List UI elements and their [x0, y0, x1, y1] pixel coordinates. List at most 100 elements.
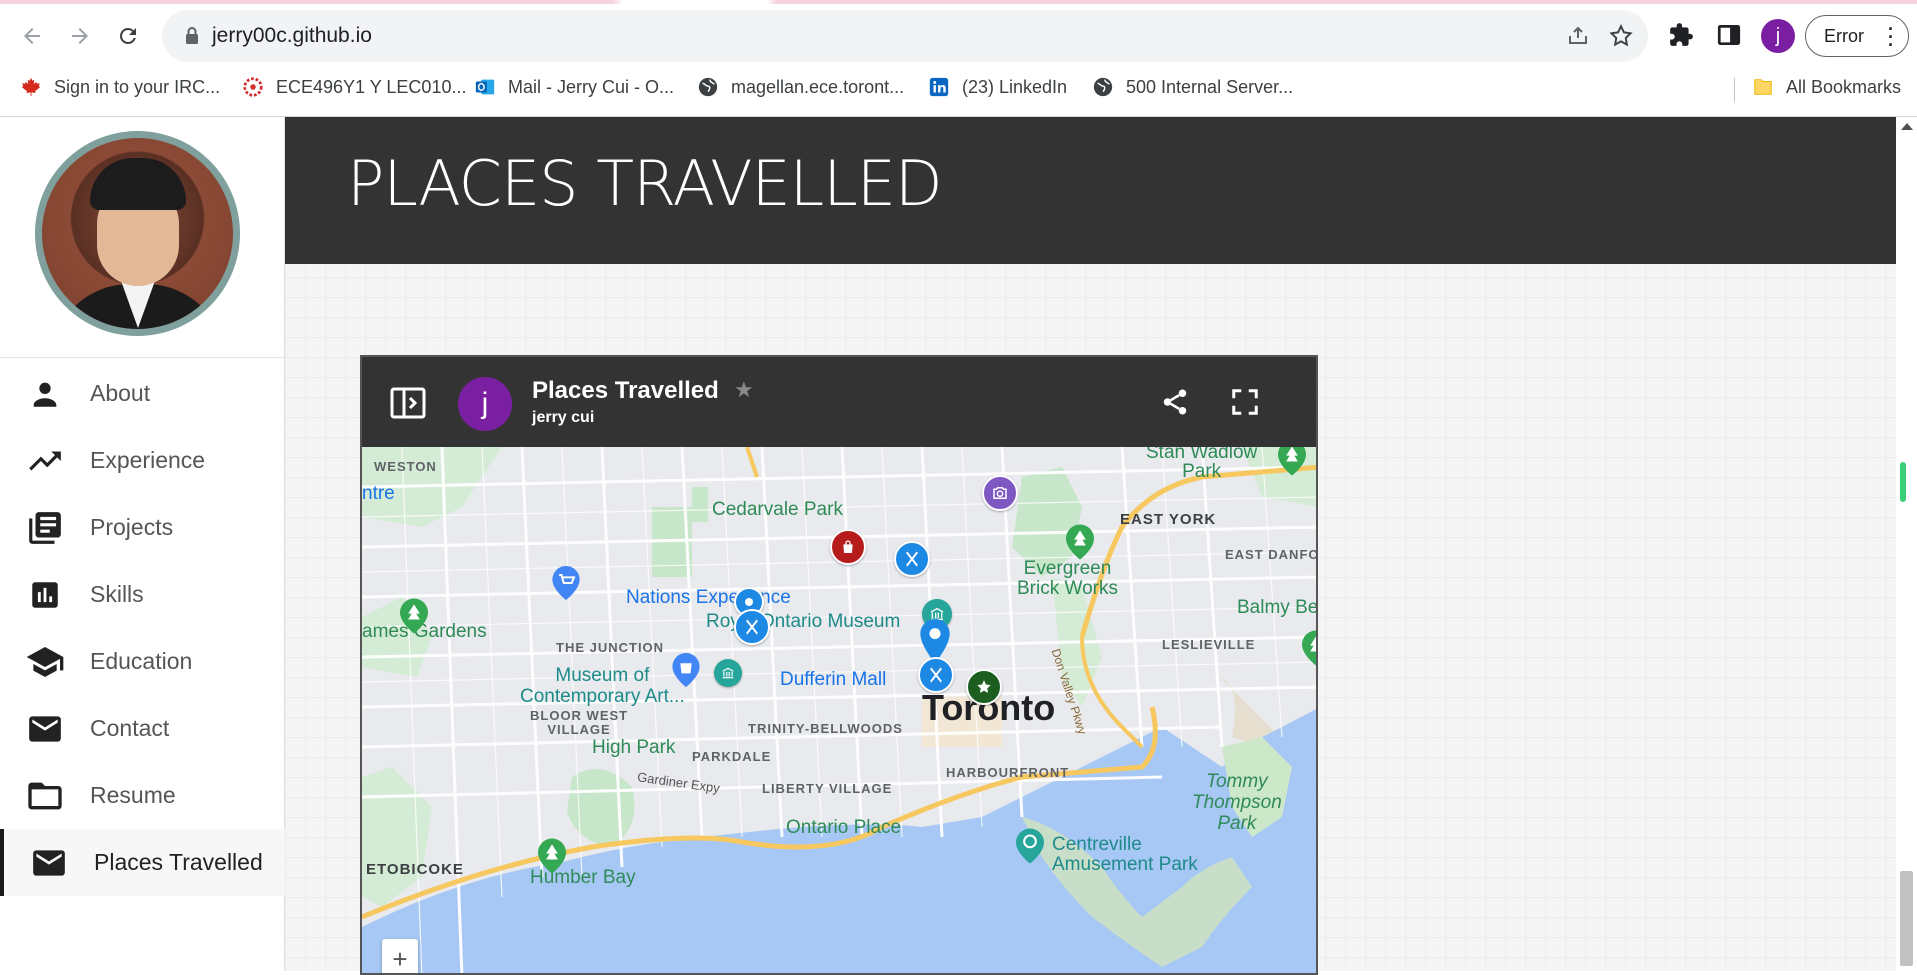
trending-up-icon	[25, 441, 65, 481]
cart-pin-icon[interactable]	[552, 566, 580, 600]
restaurant-pin-icon[interactable]	[734, 609, 770, 645]
bookmark-item[interactable]: 500 Internal Server...	[1092, 76, 1293, 98]
scroll-marker	[1900, 462, 1906, 502]
page-scrollbar[interactable]	[1896, 117, 1917, 971]
map-label: PARKDALE	[692, 749, 772, 764]
sidebar-item-label: Places Travelled	[94, 849, 263, 875]
share-icon[interactable]	[1160, 387, 1190, 422]
map-label: Dufferin Mall	[780, 669, 887, 690]
map-owner-name: jerry cui	[532, 409, 595, 426]
reload-icon	[120, 28, 136, 44]
map-owner-avatar[interactable]: j	[458, 377, 512, 431]
sidebar-item-places-travelled[interactable]: Places Travelled	[0, 829, 285, 896]
all-bookmarks-label: All Bookmarks	[1786, 76, 1902, 97]
globe-icon	[1092, 76, 1114, 98]
map-label: High Park	[592, 737, 676, 758]
restaurant-pin-icon[interactable]	[918, 657, 954, 693]
amusement-park-pin-icon[interactable]	[1016, 828, 1044, 864]
tab-strip-edge	[0, 0, 1917, 4]
sidebar-item-resume[interactable]: Resume	[0, 762, 285, 829]
map-label: ETOBICOKE	[366, 861, 464, 878]
legend-toggle-icon[interactable]	[390, 387, 426, 424]
bar-chart-icon	[25, 575, 65, 615]
sidebar-item-about[interactable]: About	[0, 360, 285, 427]
sidebar-item-experience[interactable]: Experience	[0, 427, 285, 494]
bookmark-item[interactable]: Mail - Jerry Cui - O...	[474, 76, 674, 98]
bookmarks-separator	[1734, 78, 1735, 102]
url-text: jerry00c.github.io	[212, 24, 372, 47]
bookmark-item[interactable]: magellan.ece.toront...	[697, 76, 904, 98]
park-pin-icon[interactable]	[400, 598, 428, 634]
park-pin-icon[interactable]	[538, 838, 566, 874]
school-icon	[25, 642, 65, 682]
sidebar-item-label: Projects	[90, 514, 174, 540]
share-page-icon[interactable]	[1566, 24, 1590, 53]
sidebar-item-skills[interactable]: Skills	[0, 561, 285, 628]
sidebar-item-label: Skills	[90, 581, 144, 607]
sidebar-item-projects[interactable]: Projects	[0, 494, 285, 561]
scrollbar-thumb[interactable]	[1900, 871, 1913, 966]
zoom-in-button[interactable]: +	[382, 939, 418, 973]
map-label: Nations Experience	[626, 587, 791, 608]
scroll-up-arrow-icon[interactable]	[1901, 123, 1913, 130]
museum-pin-icon[interactable]	[714, 659, 742, 687]
address-bar[interactable]: jerry00c.github.io	[162, 10, 1648, 62]
fullscreen-icon[interactable]	[1230, 387, 1260, 422]
park-pin-icon[interactable]	[1278, 447, 1306, 476]
camera-pin-icon[interactable]	[982, 475, 1018, 511]
error-label: Error	[1824, 25, 1864, 46]
mail-icon	[25, 709, 65, 749]
bookmark-label: Sign in to your IRC...	[54, 76, 221, 97]
back-button[interactable]	[14, 18, 50, 54]
map-label: LIBERTY VILLAGE	[762, 781, 893, 796]
sidebar: About Experience Projects Skills Educati…	[0, 117, 285, 971]
map-header: j Places Travelled ★ jerry cui	[362, 357, 1316, 447]
map-label: Centreville Amusement Park	[1052, 834, 1198, 875]
sidebar-item-label: About	[90, 380, 151, 406]
sidebar-item-label: Contact	[90, 715, 170, 741]
map-label: TRINITY-BELLWOODS	[748, 721, 903, 736]
star-icon[interactable]: ★	[734, 377, 754, 403]
uoft-icon	[242, 76, 264, 98]
folder-icon	[1752, 76, 1774, 98]
map-canvas[interactable]: WESTON ntre Stan Wadlow Park Cedarvale P…	[362, 447, 1316, 973]
maple-leaf-icon	[20, 76, 42, 98]
mail-icon	[29, 843, 69, 883]
profile-avatar[interactable]: j	[1761, 19, 1795, 53]
shopping-bag-pin-icon[interactable]	[830, 529, 866, 565]
bookmark-label: ECE496Y1 Y LEC010...	[276, 76, 467, 97]
star-pin-icon[interactable]	[966, 669, 1002, 705]
person-icon	[25, 374, 65, 414]
error-button[interactable]: Error · · ·	[1805, 15, 1909, 57]
park-pin-icon[interactable]	[1302, 630, 1316, 666]
bookmark-label: Mail - Jerry Cui - O...	[508, 76, 675, 97]
kebab-menu-icon: · · ·	[1888, 19, 1894, 55]
map-label: BLOOR WEST VILLAGE	[530, 708, 629, 737]
map-label: EAST YORK	[1120, 511, 1217, 528]
sidebar-item-contact[interactable]: Contact	[0, 695, 285, 762]
all-bookmarks-button[interactable]: All Bookmarks	[1752, 76, 1901, 98]
bookmark-item[interactable]: (23) LinkedIn	[928, 76, 1067, 98]
park-pin-icon[interactable]	[1066, 524, 1094, 560]
bookmark-star-icon[interactable]	[1608, 23, 1634, 54]
map-embed[interactable]: j Places Travelled ★ jerry cui WESTON nt…	[360, 355, 1318, 975]
sidebar-item-label: Resume	[90, 782, 176, 808]
restaurant-pin-icon[interactable]	[894, 541, 930, 577]
reload-button[interactable]	[110, 18, 146, 54]
shopping-pin-icon[interactable]	[672, 653, 700, 687]
map-label: Stan Wadlow Park	[1146, 447, 1258, 482]
map-label: LESLIEVILLE	[1162, 637, 1256, 652]
linkedin-icon	[928, 76, 950, 98]
sidebar-item-education[interactable]: Education	[0, 628, 285, 695]
globe-icon	[697, 76, 719, 98]
main-content: PLACES TRAVELLED j Places Travelled ★ je…	[285, 117, 1896, 975]
side-panel-icon[interactable]	[1716, 22, 1742, 53]
bookmarks-bar: Sign in to your IRC... ECE496Y1 Y LEC010…	[0, 72, 1917, 106]
map-label: Tommy Thompson Park	[1192, 771, 1282, 834]
library-books-icon	[25, 508, 65, 548]
bookmark-item[interactable]: Sign in to your IRC...	[20, 76, 220, 98]
extensions-icon[interactable]	[1668, 22, 1694, 53]
forward-button[interactable]	[62, 18, 98, 54]
bookmark-item[interactable]: ECE496Y1 Y LEC010...	[242, 76, 466, 98]
map-label: EAST DANFO	[1225, 547, 1316, 562]
